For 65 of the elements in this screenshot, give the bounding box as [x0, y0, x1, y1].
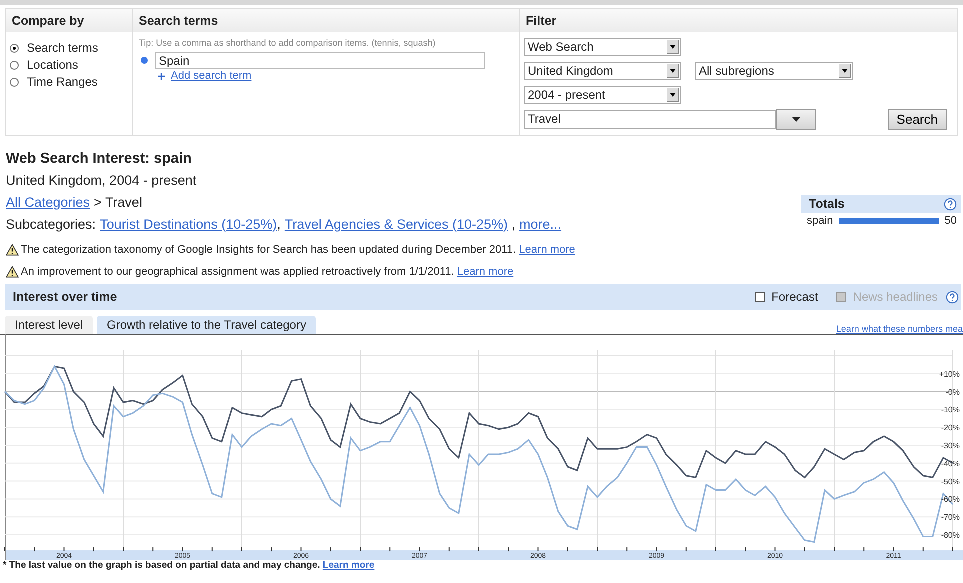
caret-icon	[667, 88, 679, 102]
column-heading: Search terms	[139, 14, 218, 28]
caret-icon	[839, 64, 851, 78]
chart-tab[interactable]: Growth relative to the Travel category	[97, 316, 316, 334]
caret-icon	[667, 64, 679, 78]
learn-more-link[interactable]: Learn more	[519, 244, 576, 256]
radio-button[interactable]	[10, 60, 19, 70]
tip-text: Tip: Use a comma as shorthand to add comparison items. (tennis, squash)	[139, 38, 437, 48]
separator-text: ,	[277, 217, 281, 232]
y-tick-label: -10%	[941, 406, 960, 415]
breadcrumb-link[interactable]: All Categories	[6, 195, 90, 210]
checkbox-label[interactable]: Forecast	[772, 290, 818, 304]
subcategories-label: Subcategories:	[6, 217, 96, 232]
term-dot-icon	[141, 57, 148, 64]
footnote-text: * The last value on the graph is based on partial data and may change. Learn more	[3, 560, 375, 571]
search-term-field[interactable]: Spain	[155, 52, 485, 69]
y-tick-label: -80%	[941, 531, 960, 540]
radio-label[interactable]: Locations	[27, 58, 78, 72]
plus-icon	[158, 72, 165, 80]
radio-button[interactable]	[10, 44, 19, 52]
total-value: 50	[944, 215, 957, 227]
notice-text: An improvement to our geographical assignment was applied retroactively from 1/1/2011. Learn more	[21, 266, 514, 278]
category-dropdown-button[interactable]	[776, 109, 816, 130]
y-tick-label: -60%	[941, 495, 960, 504]
add-term-link[interactable]: Add search term	[171, 70, 252, 82]
section-title: Interest over time	[13, 290, 118, 304]
learn-more-link[interactable]: Learn more	[457, 266, 514, 278]
results-title: Web Search Interest: spain	[6, 151, 193, 169]
warning-icon	[6, 244, 19, 256]
search-button[interactable]: Search	[888, 109, 947, 130]
column-heading: Filter	[526, 14, 557, 28]
breadcrumb-current: > Travel	[94, 195, 142, 210]
time-range-dropdown[interactable]: 2004 - present	[524, 86, 681, 104]
y-tick-label: -20%	[941, 424, 960, 433]
category-field[interactable]: Travel	[524, 110, 776, 129]
radio-button[interactable]	[10, 78, 19, 86]
y-tick-label: -70%	[941, 513, 960, 522]
subregion-dropdown[interactable]: All subregions	[695, 62, 853, 80]
notice-text: The categorization taxonomy of Google Insights for Search has been updated during December 2011. Learn more	[21, 244, 576, 256]
chart-tab[interactable]: Interest level	[5, 316, 94, 334]
y-tick-label: +10%	[939, 370, 960, 379]
total-term: spain	[807, 215, 834, 227]
property-dropdown[interactable]: Web Search	[524, 38, 681, 56]
y-tick-label: -40%	[941, 459, 960, 468]
learn-more-link[interactable]: Learn more	[322, 560, 375, 571]
warning-icon	[6, 266, 19, 278]
separator-text: ,	[510, 217, 516, 232]
y-tick-label: -50%	[941, 477, 960, 486]
radio-label[interactable]: Time Ranges	[27, 75, 98, 89]
caret-icon	[667, 40, 679, 54]
location-dropdown[interactable]: United Kingdom	[524, 62, 681, 80]
subcategory-link[interactable]: Tourist Destinations (10-25%)	[100, 217, 278, 232]
y-tick-label: -30%	[941, 442, 960, 450]
radio-label[interactable]: Search terms	[27, 41, 98, 55]
totals-title: Totals	[809, 197, 845, 211]
results-subtitle: United Kingdom, 2004 - present	[6, 173, 198, 190]
caret-icon	[792, 117, 800, 122]
y-tick-label: -0%	[946, 388, 960, 397]
checkbox[interactable]	[754, 292, 765, 302]
help-link[interactable]: Learn what these numbers mea	[836, 324, 963, 334]
subcategory-link[interactable]: more...	[520, 217, 562, 232]
subcategory-link[interactable]: Travel Agencies & Services (10-25%)	[284, 217, 508, 232]
column-heading: Compare by	[12, 14, 84, 28]
help-icon[interactable]	[944, 198, 957, 210]
help-icon[interactable]	[946, 290, 959, 304]
